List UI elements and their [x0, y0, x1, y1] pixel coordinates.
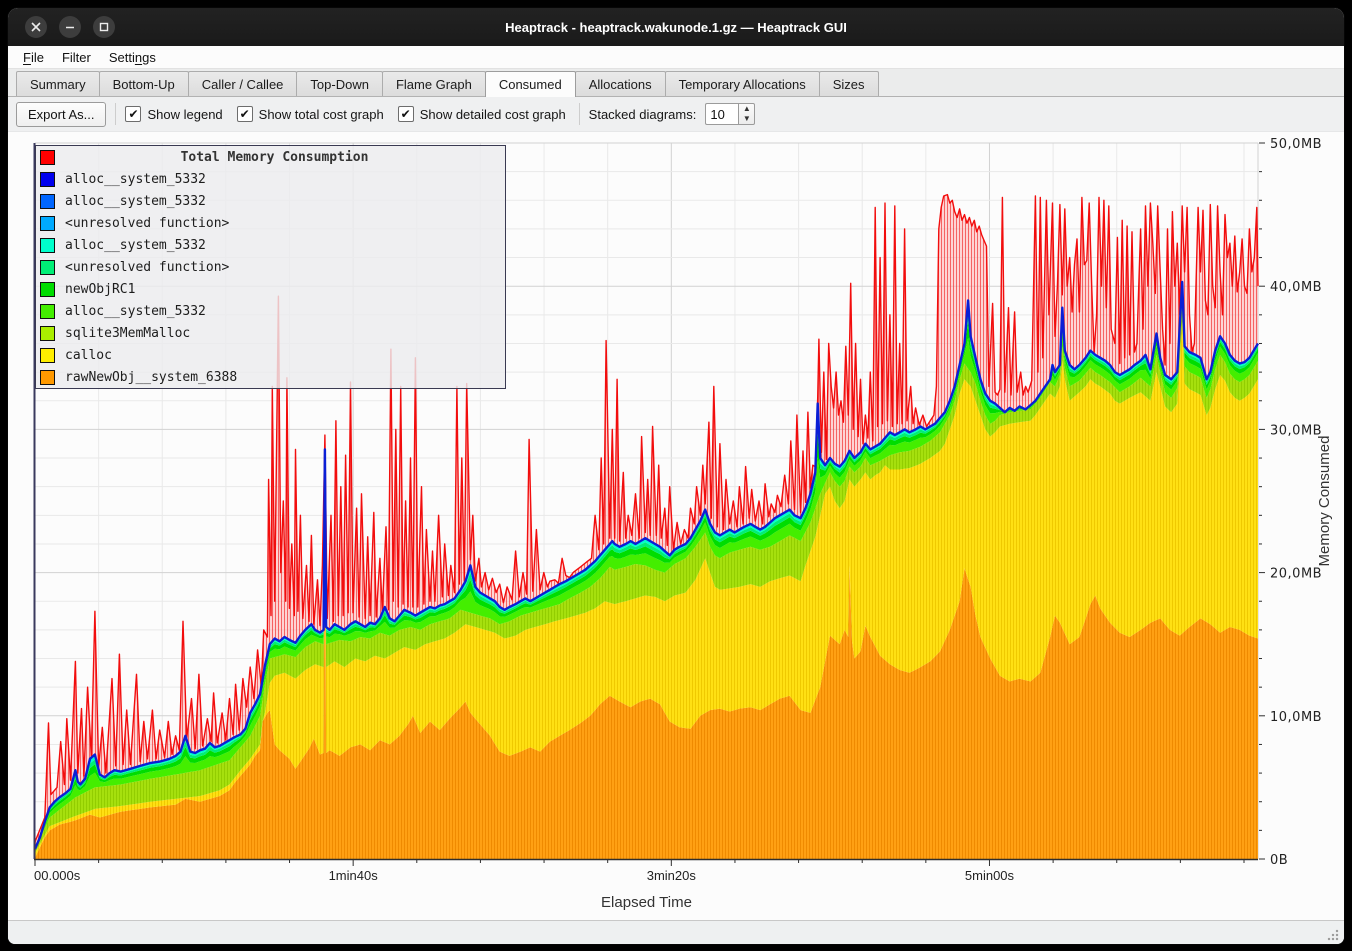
legend-item-alloc-system-5332: alloc__system_5332	[36, 168, 505, 190]
stacked-diagrams-spinbox: ▲ ▼	[705, 103, 755, 125]
legend-swatch-icon	[40, 348, 55, 363]
legend-swatch-icon	[40, 282, 55, 297]
toolbar-separator	[115, 103, 116, 125]
legend-swatch-icon	[40, 238, 55, 253]
legend-label: calloc	[65, 348, 112, 363]
legend-label: alloc__system_5332	[65, 172, 206, 187]
menu-item-settings[interactable]: Settings	[100, 48, 165, 67]
checkbox-label: Show legend	[147, 107, 222, 122]
legend-item-rawnewobj-system-6388: rawNewObj__system_6388	[36, 366, 505, 388]
menu-bar: FileFilterSettings	[8, 46, 1344, 69]
maximize-icon	[99, 22, 109, 32]
checkbox-label: Show detailed cost graph	[420, 107, 566, 122]
svg-text:40,0MB: 40,0MB	[1270, 280, 1322, 295]
legend-label: alloc__system_5332	[65, 304, 206, 319]
consumed-chart: 00.000s 1min40s 3min20s 5min00s 0B 10,0MB 20,0…	[8, 132, 1344, 920]
checkbox-label: Show total cost graph	[259, 107, 384, 122]
tab-bar: SummaryBottom-UpCaller / CalleeTop-DownF…	[8, 69, 1344, 97]
legend-swatch-icon	[40, 216, 55, 231]
status-bar	[8, 920, 1344, 944]
close-button[interactable]	[25, 16, 47, 38]
menu-item-filter[interactable]: Filter	[53, 48, 100, 67]
legend-label: Total Memory Consumption	[65, 150, 484, 165]
checkbox-show-legend[interactable]: ✔ Show legend	[125, 106, 222, 122]
legend-item-unresolved-function: <unresolved function>	[36, 256, 505, 278]
minimize-button[interactable]	[59, 16, 81, 38]
legend-swatch-icon	[40, 172, 55, 187]
legend-label: alloc__system_5332	[65, 194, 206, 209]
legend-item-sqlite3memmalloc: sqlite3MemMalloc	[36, 322, 505, 344]
svg-text:3min20s: 3min20s	[647, 868, 697, 883]
svg-text:Memory Consumed: Memory Consumed	[1316, 436, 1333, 567]
legend-item-alloc-system-5332: alloc__system_5332	[36, 234, 505, 256]
legend-swatch-icon	[40, 260, 55, 275]
tab-caller-callee[interactable]: Caller / Callee	[188, 71, 298, 96]
close-icon	[31, 22, 41, 32]
tab-flame-graph[interactable]: Flame Graph	[382, 71, 486, 96]
titlebar: Heaptrack - heaptrack.wakunode.1.gz — He…	[8, 8, 1344, 46]
legend-label: <unresolved function>	[65, 216, 229, 231]
checkbox-show-total-cost-graph[interactable]: ✔ Show total cost graph	[237, 106, 384, 122]
tab-allocations[interactable]: Allocations	[575, 71, 666, 96]
tab-summary[interactable]: Summary	[16, 71, 100, 96]
legend-item-calloc: calloc	[36, 344, 505, 366]
legend-swatch-icon	[40, 326, 55, 341]
legend-label: rawNewObj__system_6388	[65, 370, 237, 385]
svg-text:20,0MB: 20,0MB	[1270, 567, 1322, 582]
legend-swatch-icon	[40, 150, 55, 165]
tab-temporary-allocations[interactable]: Temporary Allocations	[665, 71, 820, 96]
legend-swatch-icon	[40, 304, 55, 319]
svg-text:00.000s: 00.000s	[34, 868, 81, 883]
legend-label: <unresolved function>	[65, 260, 229, 275]
legend-item-alloc-system-5332: alloc__system_5332	[36, 300, 505, 322]
legend-item-newobjrc1: newObjRC1	[36, 278, 505, 300]
stacked-diagrams-input[interactable]	[705, 103, 738, 125]
svg-text:Elapsed Time: Elapsed Time	[601, 894, 692, 911]
legend-label: alloc__system_5332	[65, 238, 206, 253]
legend-title-row: Total Memory Consumption	[36, 146, 509, 168]
checkbox-check-icon: ✔	[398, 106, 414, 122]
legend-item-alloc-system-5332: alloc__system_5332	[36, 190, 505, 212]
checkbox-check-icon: ✔	[237, 106, 253, 122]
svg-text:1min40s: 1min40s	[329, 868, 379, 883]
legend-label: sqlite3MemMalloc	[65, 326, 190, 341]
menu-item-file[interactable]: File	[14, 48, 53, 67]
svg-text:5min00s: 5min00s	[965, 868, 1015, 883]
tab-bottom-up[interactable]: Bottom-Up	[99, 71, 189, 96]
svg-text:10,0MB: 10,0MB	[1270, 710, 1322, 725]
spin-up-button[interactable]: ▲	[739, 104, 754, 114]
checkbox-check-icon: ✔	[125, 106, 141, 122]
resize-grip[interactable]	[1327, 929, 1339, 941]
legend-swatch-icon	[40, 370, 55, 385]
spin-down-button[interactable]: ▼	[739, 114, 754, 124]
window-title: Heaptrack - heaptrack.wakunode.1.gz — He…	[8, 20, 1344, 35]
tab-top-down[interactable]: Top-Down	[296, 71, 383, 96]
legend-item-unresolved-function: <unresolved function>	[36, 212, 505, 234]
maximize-button[interactable]	[93, 16, 115, 38]
legend-swatch-icon	[40, 194, 55, 209]
svg-text:30,0MB: 30,0MB	[1270, 423, 1322, 438]
tab-consumed[interactable]: Consumed	[485, 71, 576, 97]
heaptrack-window: Heaptrack - heaptrack.wakunode.1.gz — He…	[8, 8, 1344, 944]
tab-sizes[interactable]: Sizes	[819, 71, 879, 96]
stacked-diagrams-label: Stacked diagrams:	[589, 107, 697, 122]
minimize-icon	[65, 22, 75, 32]
chart-legend: Total Memory Consumption alloc__system_53…	[35, 145, 506, 389]
checkbox-show-detailed-cost-graph[interactable]: ✔ Show detailed cost graph	[398, 106, 566, 122]
toolbar: Export As... ✔ Show legend ✔ Show total cos…	[8, 97, 1344, 132]
svg-text:50,0MB: 50,0MB	[1270, 137, 1322, 152]
toolbar-separator	[579, 103, 580, 125]
legend-label: newObjRC1	[65, 282, 135, 297]
export-as-button[interactable]: Export As...	[16, 102, 106, 127]
svg-text:0B: 0B	[1270, 853, 1288, 868]
